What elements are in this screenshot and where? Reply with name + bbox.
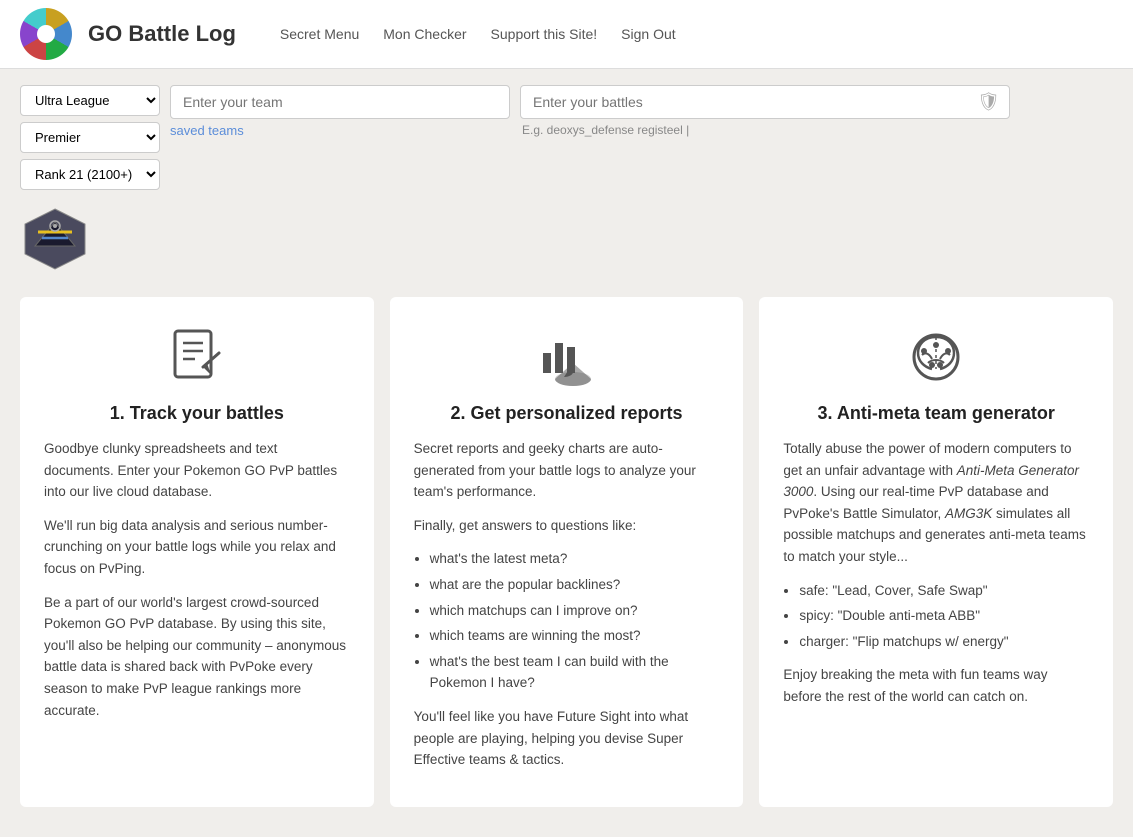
- card-track-battles: 1. Track your battles Goodbye clunky spr…: [20, 297, 374, 807]
- selects-column: Ultra League Great League Master League …: [20, 85, 160, 190]
- main-content: 1. Track your battles Goodbye clunky spr…: [0, 287, 1133, 837]
- badge-area: [0, 200, 1133, 287]
- card-1-body: Goodbye clunky spreadsheets and text doc…: [44, 438, 350, 721]
- nav-mon-checker[interactable]: Mon Checker: [383, 26, 466, 42]
- sub-league-select[interactable]: Premier Open Classic: [20, 122, 160, 153]
- league-select[interactable]: Ultra League Great League Master League …: [20, 85, 160, 116]
- battles-input-column: 🛡 E.g. deoxys_defense registeel |: [520, 85, 1010, 137]
- battles-input[interactable]: [520, 85, 1010, 119]
- site-title: GO Battle Log: [88, 21, 236, 47]
- card-1-title: 1. Track your battles: [44, 403, 350, 424]
- card-3-bullets: safe: "Lead, Cover, Safe Swap" spicy: "D…: [799, 580, 1089, 653]
- card-3-para-1: Totally abuse the power of modern comput…: [783, 438, 1089, 568]
- battles-example-text: E.g. deoxys_defense registeel |: [520, 123, 1010, 137]
- logo[interactable]: [20, 8, 72, 60]
- card-3-title: 3. Anti-meta team generator: [783, 403, 1089, 424]
- header: GO Battle Log Secret Menu Mon Checker Su…: [0, 0, 1133, 69]
- card-antimeta: 3. Anti-meta team generator Totally abus…: [759, 297, 1113, 807]
- card-2-title: 2. Get personalized reports: [414, 403, 720, 424]
- league-badge: [20, 204, 90, 274]
- track-battles-icon: [44, 325, 350, 389]
- reports-icon: [414, 325, 720, 389]
- team-input-column: saved teams: [170, 85, 510, 138]
- card-reports: 2. Get personalized reports Secret repor…: [390, 297, 744, 807]
- card-3-body: Totally abuse the power of modern comput…: [783, 438, 1089, 708]
- search-area: Ultra League Great League Master League …: [0, 69, 1133, 200]
- nav-sign-out[interactable]: Sign Out: [621, 26, 675, 42]
- battles-input-wrapper: 🛡: [520, 85, 1010, 119]
- nav-support-site[interactable]: Support this Site!: [491, 26, 598, 42]
- card-2-bullets: what's the latest meta? what are the pop…: [430, 548, 720, 694]
- card-2-body: Secret reports and geeky charts are auto…: [414, 438, 720, 771]
- nav-secret-menu[interactable]: Secret Menu: [280, 26, 359, 42]
- saved-teams-link[interactable]: saved teams: [170, 123, 510, 138]
- antimeta-icon: [783, 325, 1089, 389]
- team-input[interactable]: [170, 85, 510, 119]
- rank-select[interactable]: Rank 21 (2100+) Rank 20 (2000+) Rank 19 …: [20, 159, 160, 190]
- header-nav: Secret Menu Mon Checker Support this Sit…: [280, 26, 676, 42]
